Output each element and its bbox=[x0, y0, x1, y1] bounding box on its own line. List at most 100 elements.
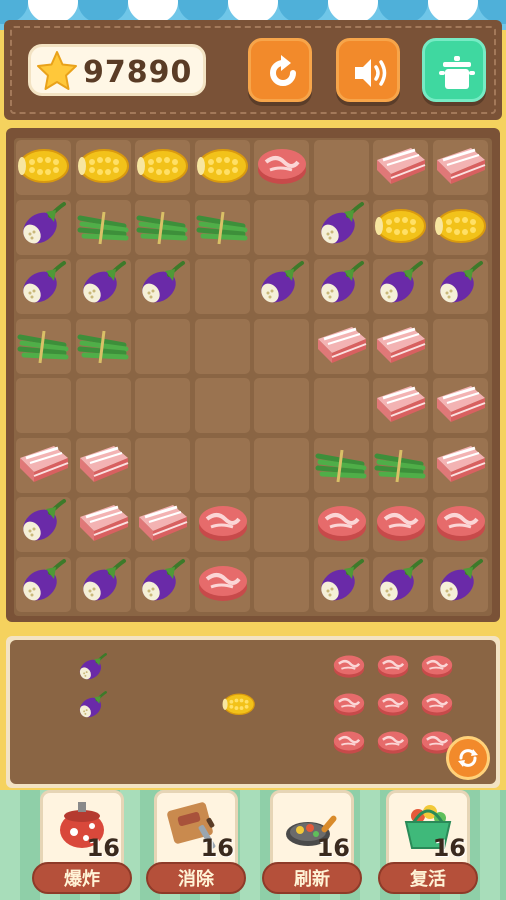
eggplant-tray-item[interactable] bbox=[74, 648, 112, 686]
score-display: 97890 bbox=[28, 44, 206, 96]
board-cell bbox=[254, 437, 309, 493]
greens-tile[interactable] bbox=[371, 432, 431, 492]
board-cell bbox=[254, 318, 309, 374]
shuffle-tool[interactable]: 16 刷新 bbox=[262, 790, 362, 900]
rotate-button[interactable] bbox=[446, 736, 490, 780]
board-cell bbox=[75, 378, 131, 433]
eliminate-count: 16 bbox=[200, 834, 234, 862]
eggplant-tile[interactable] bbox=[312, 194, 372, 254]
corn-tile[interactable] bbox=[133, 134, 193, 194]
rotate-icon bbox=[458, 749, 478, 767]
bacon-tile[interactable] bbox=[431, 134, 491, 194]
bacon-tile[interactable] bbox=[14, 432, 74, 492]
game-board bbox=[14, 138, 492, 616]
steak-tray-item[interactable] bbox=[330, 684, 368, 722]
pot-button[interactable] bbox=[422, 38, 486, 102]
corn-tile[interactable] bbox=[431, 194, 491, 254]
bomb-label: 爆炸 bbox=[32, 862, 132, 894]
board-cell bbox=[135, 378, 190, 433]
revive-tool[interactable]: 16 复活 bbox=[378, 790, 478, 900]
board-cell bbox=[135, 318, 190, 374]
eggplant-tile[interactable] bbox=[431, 253, 491, 313]
greens-tile[interactable] bbox=[312, 432, 372, 492]
greens-tile[interactable] bbox=[14, 313, 74, 373]
steak-tile[interactable] bbox=[431, 491, 491, 551]
bacon-tile[interactable] bbox=[133, 491, 193, 551]
board-cell bbox=[313, 378, 369, 433]
eggplant-tile[interactable] bbox=[252, 253, 312, 313]
bomb-count: 16 bbox=[86, 834, 120, 862]
greens-tile[interactable] bbox=[133, 194, 193, 254]
corn-tile[interactable] bbox=[193, 134, 253, 194]
eggplant-tile[interactable] bbox=[74, 253, 134, 313]
bomb-tool[interactable]: 16 爆炸 bbox=[32, 790, 132, 900]
eggplant-tile[interactable] bbox=[14, 491, 74, 551]
corn-tile[interactable] bbox=[371, 194, 431, 254]
board-cell bbox=[194, 437, 250, 493]
steak-tray-item[interactable] bbox=[374, 646, 412, 684]
steak-tile[interactable] bbox=[193, 551, 253, 611]
steak-tray-item[interactable] bbox=[330, 646, 368, 684]
steak-tile[interactable] bbox=[371, 491, 431, 551]
eliminate-tool[interactable]: 16 消除 bbox=[146, 790, 246, 900]
sound-button[interactable] bbox=[336, 38, 400, 102]
refresh-button[interactable] bbox=[248, 38, 312, 102]
bacon-tile[interactable] bbox=[371, 134, 431, 194]
corn-tile[interactable] bbox=[74, 134, 134, 194]
steak-tile[interactable] bbox=[312, 491, 372, 551]
greens-tile[interactable] bbox=[74, 194, 134, 254]
steak-tray-item[interactable] bbox=[374, 722, 412, 760]
steak-tray-item[interactable] bbox=[330, 722, 368, 760]
bacon-tile[interactable] bbox=[371, 372, 431, 432]
greens-tile[interactable] bbox=[193, 194, 253, 254]
steak-tray-item[interactable] bbox=[418, 646, 456, 684]
eggplant-tile[interactable] bbox=[14, 551, 74, 611]
board-cell bbox=[194, 318, 250, 374]
eggplant-tile[interactable] bbox=[312, 253, 372, 313]
sound-icon bbox=[355, 59, 387, 87]
eggplant-tile[interactable] bbox=[133, 551, 193, 611]
board-cell bbox=[194, 378, 250, 433]
bacon-tile[interactable] bbox=[74, 491, 134, 551]
bacon-tile[interactable] bbox=[431, 372, 491, 432]
board-cell bbox=[313, 140, 369, 195]
eliminate-label: 消除 bbox=[146, 862, 246, 894]
board-cell bbox=[16, 378, 71, 433]
score-value: 97890 bbox=[83, 55, 193, 90]
pot-icon bbox=[439, 56, 475, 89]
steak-tile[interactable] bbox=[193, 491, 253, 551]
board-cell bbox=[194, 259, 250, 314]
greens-tile[interactable] bbox=[74, 313, 134, 373]
bacon-tile[interactable] bbox=[431, 432, 491, 492]
board-cell bbox=[432, 318, 488, 374]
shuffle-count: 16 bbox=[316, 834, 350, 862]
board-cell bbox=[254, 378, 309, 433]
bacon-tile[interactable] bbox=[74, 432, 134, 492]
eggplant-tile[interactable] bbox=[371, 253, 431, 313]
eggplant-tile[interactable] bbox=[371, 551, 431, 611]
refresh-icon bbox=[270, 55, 296, 86]
eggplant-tray-item[interactable] bbox=[74, 686, 112, 724]
star-icon bbox=[37, 51, 77, 90]
corn-tile[interactable] bbox=[14, 134, 74, 194]
board-cell bbox=[254, 497, 309, 552]
revive-count: 16 bbox=[432, 834, 466, 862]
bacon-tile[interactable] bbox=[371, 313, 431, 373]
collection-tray bbox=[10, 640, 496, 784]
corn-tray-item[interactable] bbox=[220, 684, 258, 722]
board-cell bbox=[135, 437, 190, 493]
steak-tray-item[interactable] bbox=[374, 684, 412, 722]
steak-tray-item[interactable] bbox=[418, 684, 456, 722]
eggplant-tile[interactable] bbox=[74, 551, 134, 611]
eggplant-tile[interactable] bbox=[14, 253, 74, 313]
eggplant-tile[interactable] bbox=[133, 253, 193, 313]
revive-label: 复活 bbox=[378, 862, 478, 894]
shuffle-label: 刷新 bbox=[262, 862, 362, 894]
eggplant-tile[interactable] bbox=[14, 194, 74, 254]
steak-tile[interactable] bbox=[252, 134, 312, 194]
board-cell bbox=[254, 199, 309, 255]
eggplant-tile[interactable] bbox=[312, 551, 372, 611]
eggplant-tile[interactable] bbox=[431, 551, 491, 611]
bacon-tile[interactable] bbox=[312, 313, 372, 373]
board-cell bbox=[254, 556, 309, 612]
